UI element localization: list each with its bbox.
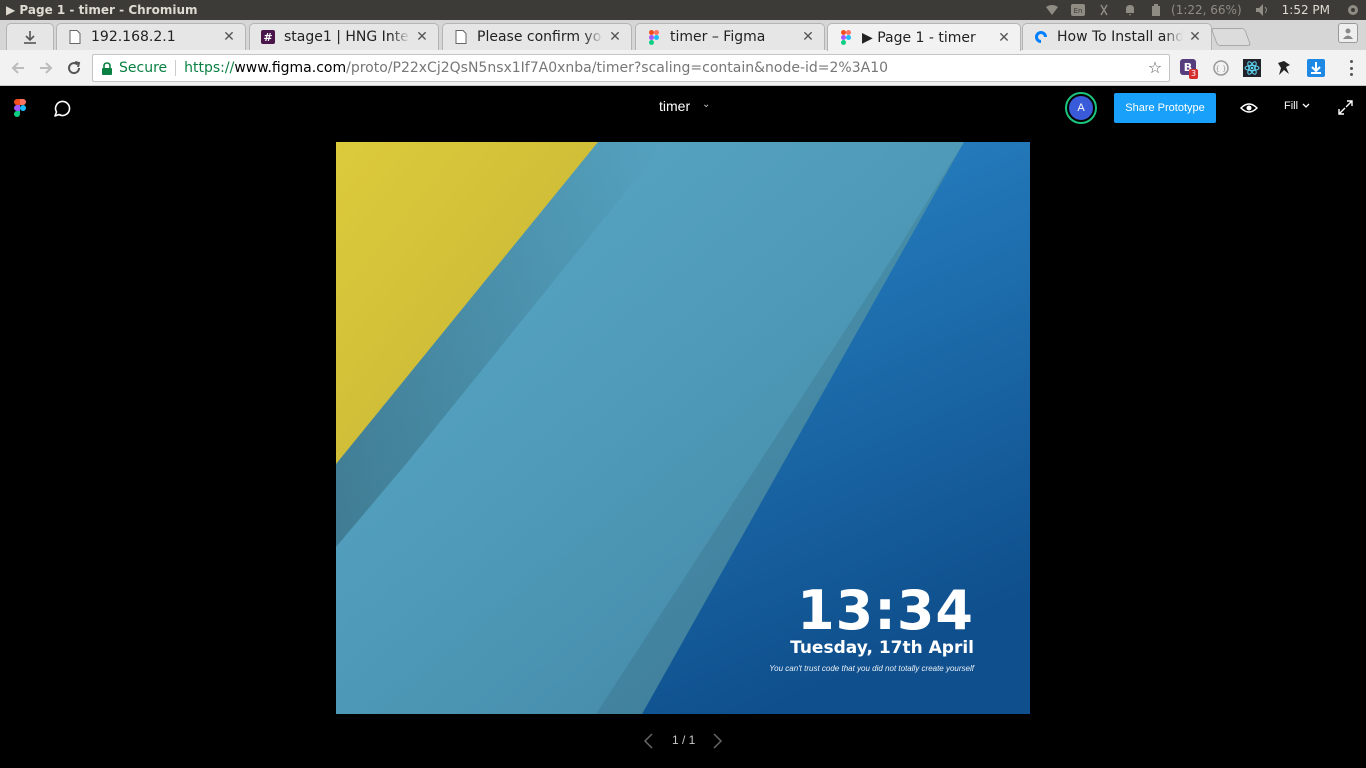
fullscreen-icon[interactable]	[1338, 100, 1353, 115]
svg-text:#: #	[263, 31, 272, 44]
tab-title: 192.168.2.1	[91, 29, 176, 45]
document-icon	[453, 29, 469, 45]
eye-icon[interactable]	[1240, 100, 1258, 116]
tab-page-1-timer[interactable]: ▶ Page 1 - timer ✕	[827, 23, 1021, 51]
close-icon[interactable]: ✕	[996, 30, 1012, 46]
slack-hash-icon: #	[260, 29, 276, 45]
battery-icon[interactable]	[1149, 4, 1163, 16]
new-tab-button[interactable]	[1210, 28, 1252, 46]
close-icon[interactable]: ✕	[800, 29, 816, 45]
close-icon[interactable]: ✕	[414, 29, 430, 45]
page-indicator: 1 / 1	[672, 733, 696, 747]
system-tray: En (1:22, 66%) 1:52 PM	[1039, 0, 1366, 20]
system-clock[interactable]: 1:52 PM	[1282, 3, 1330, 17]
chevron-down-icon[interactable]: ⌄	[702, 99, 710, 110]
url-path: /proto/P22xCj2QsN5nsx1If7A0xnba/timer?sc…	[346, 60, 889, 76]
window-title: ▶ Page 1 - timer - Chromium	[6, 3, 198, 17]
downloads-tab[interactable]	[6, 23, 54, 50]
fill-scaling-select[interactable]: Fill	[1284, 100, 1310, 112]
chevron-right-icon[interactable]	[710, 732, 724, 750]
tab-title: ▶ Page 1 - timer	[862, 29, 976, 46]
tab-timer-figma[interactable]: timer – Figma ✕	[635, 23, 825, 50]
settings-gear-icon[interactable]	[1346, 4, 1360, 16]
fill-label: Fill	[1284, 100, 1299, 112]
svg-text:En: En	[1074, 7, 1083, 15]
tab-title: How To Install and U	[1057, 29, 1183, 45]
secure-label[interactable]: Secure	[119, 60, 167, 76]
tab-192-168-2-1[interactable]: 192.168.2.1 ✕	[56, 23, 246, 50]
sync-icon[interactable]	[1097, 4, 1111, 16]
browser-menu-button[interactable]	[1348, 60, 1354, 76]
url-text[interactable]: https://www.figma.com/proto/P22xCj2QsN5n…	[184, 60, 888, 76]
profile-button[interactable]	[1338, 23, 1358, 43]
lock-screen-quote: You can't trust code that you did not to…	[769, 664, 974, 673]
tab-stage1-hng[interactable]: # stage1 | HNG Intern ✕	[249, 23, 439, 50]
prototype-frame[interactable]: 13:34 Tuesday, 17th April You can't trus…	[336, 142, 1030, 714]
circle-extension-icon[interactable]: { }	[1212, 59, 1230, 77]
react-devtools-icon[interactable]	[1243, 59, 1261, 77]
prototype-title[interactable]: timer	[659, 98, 690, 114]
volume-icon[interactable]	[1255, 4, 1270, 16]
figma-icon	[838, 30, 854, 46]
lock-icon[interactable]	[101, 61, 113, 75]
share-prototype-button[interactable]: Share Prototype	[1114, 93, 1216, 123]
tab-title: timer – Figma	[670, 29, 766, 45]
prototype-pager: 1 / 1	[0, 728, 1366, 754]
forward-arrow-icon	[40, 62, 53, 74]
figma-prototype-header: timer ⌄ A Share Prototype Fill	[0, 87, 1366, 129]
lock-screen-date: Tuesday, 17th April	[790, 638, 974, 658]
digitalocean-icon	[1033, 29, 1049, 45]
lock-screen-time: 13:34	[797, 579, 974, 642]
os-top-bar: ▶ Page 1 - timer - Chromium En (1:22, 66…	[0, 0, 1366, 20]
close-icon[interactable]: ✕	[221, 29, 237, 45]
user-icon	[1343, 28, 1353, 39]
download-icon	[24, 31, 36, 44]
browser-toolbar: Secure https://www.figma.com/proto/P22xC…	[0, 50, 1366, 86]
close-icon[interactable]: ✕	[607, 29, 623, 45]
avatar-initial: A	[1069, 96, 1093, 120]
back-arrow-icon	[11, 62, 24, 74]
close-icon[interactable]: ✕	[1187, 29, 1203, 45]
forward-button[interactable]	[36, 58, 56, 78]
document-icon	[67, 29, 83, 45]
tab-how-to-install[interactable]: How To Install and U ✕	[1022, 23, 1212, 50]
figma-logo-icon[interactable]	[14, 99, 26, 117]
extension-figure-icon[interactable]	[1275, 59, 1293, 77]
chevron-down-icon	[1302, 103, 1310, 108]
address-divider	[175, 60, 177, 76]
tab-please-confirm[interactable]: Please confirm your ✕	[442, 23, 632, 50]
reload-icon	[68, 61, 81, 75]
address-bar[interactable]: Secure https://www.figma.com/proto/P22xC…	[92, 54, 1170, 82]
bookmark-star-icon[interactable]: ☆	[1147, 60, 1163, 76]
notification-bell-icon[interactable]	[1123, 4, 1137, 16]
download-arrow-icon[interactable]	[1307, 59, 1325, 77]
figma-icon	[646, 29, 662, 45]
tab-title: stage1 | HNG Intern	[284, 29, 410, 45]
avatar[interactable]: A	[1065, 92, 1097, 124]
url-host: www.figma.com	[234, 60, 347, 76]
extension-badge: 3	[1189, 69, 1199, 79]
reload-button[interactable]	[64, 58, 84, 78]
browser-tab-strip: 192.168.2.1 ✕ # stage1 | HNG Intern ✕ Pl…	[0, 20, 1366, 51]
tab-title: Please confirm your	[477, 29, 603, 45]
back-button[interactable]	[8, 58, 28, 78]
comment-icon[interactable]	[52, 99, 72, 119]
url-scheme: https://	[184, 60, 235, 76]
chevron-left-icon[interactable]	[642, 732, 656, 750]
keyboard-layout-icon[interactable]: En	[1071, 4, 1086, 16]
battery-status: (1:22, 66%)	[1171, 3, 1242, 17]
svg-text:{ }: { }	[1215, 65, 1226, 73]
wifi-icon[interactable]	[1045, 4, 1059, 16]
bootstrap-extension-icon[interactable]: B 3	[1180, 59, 1199, 79]
